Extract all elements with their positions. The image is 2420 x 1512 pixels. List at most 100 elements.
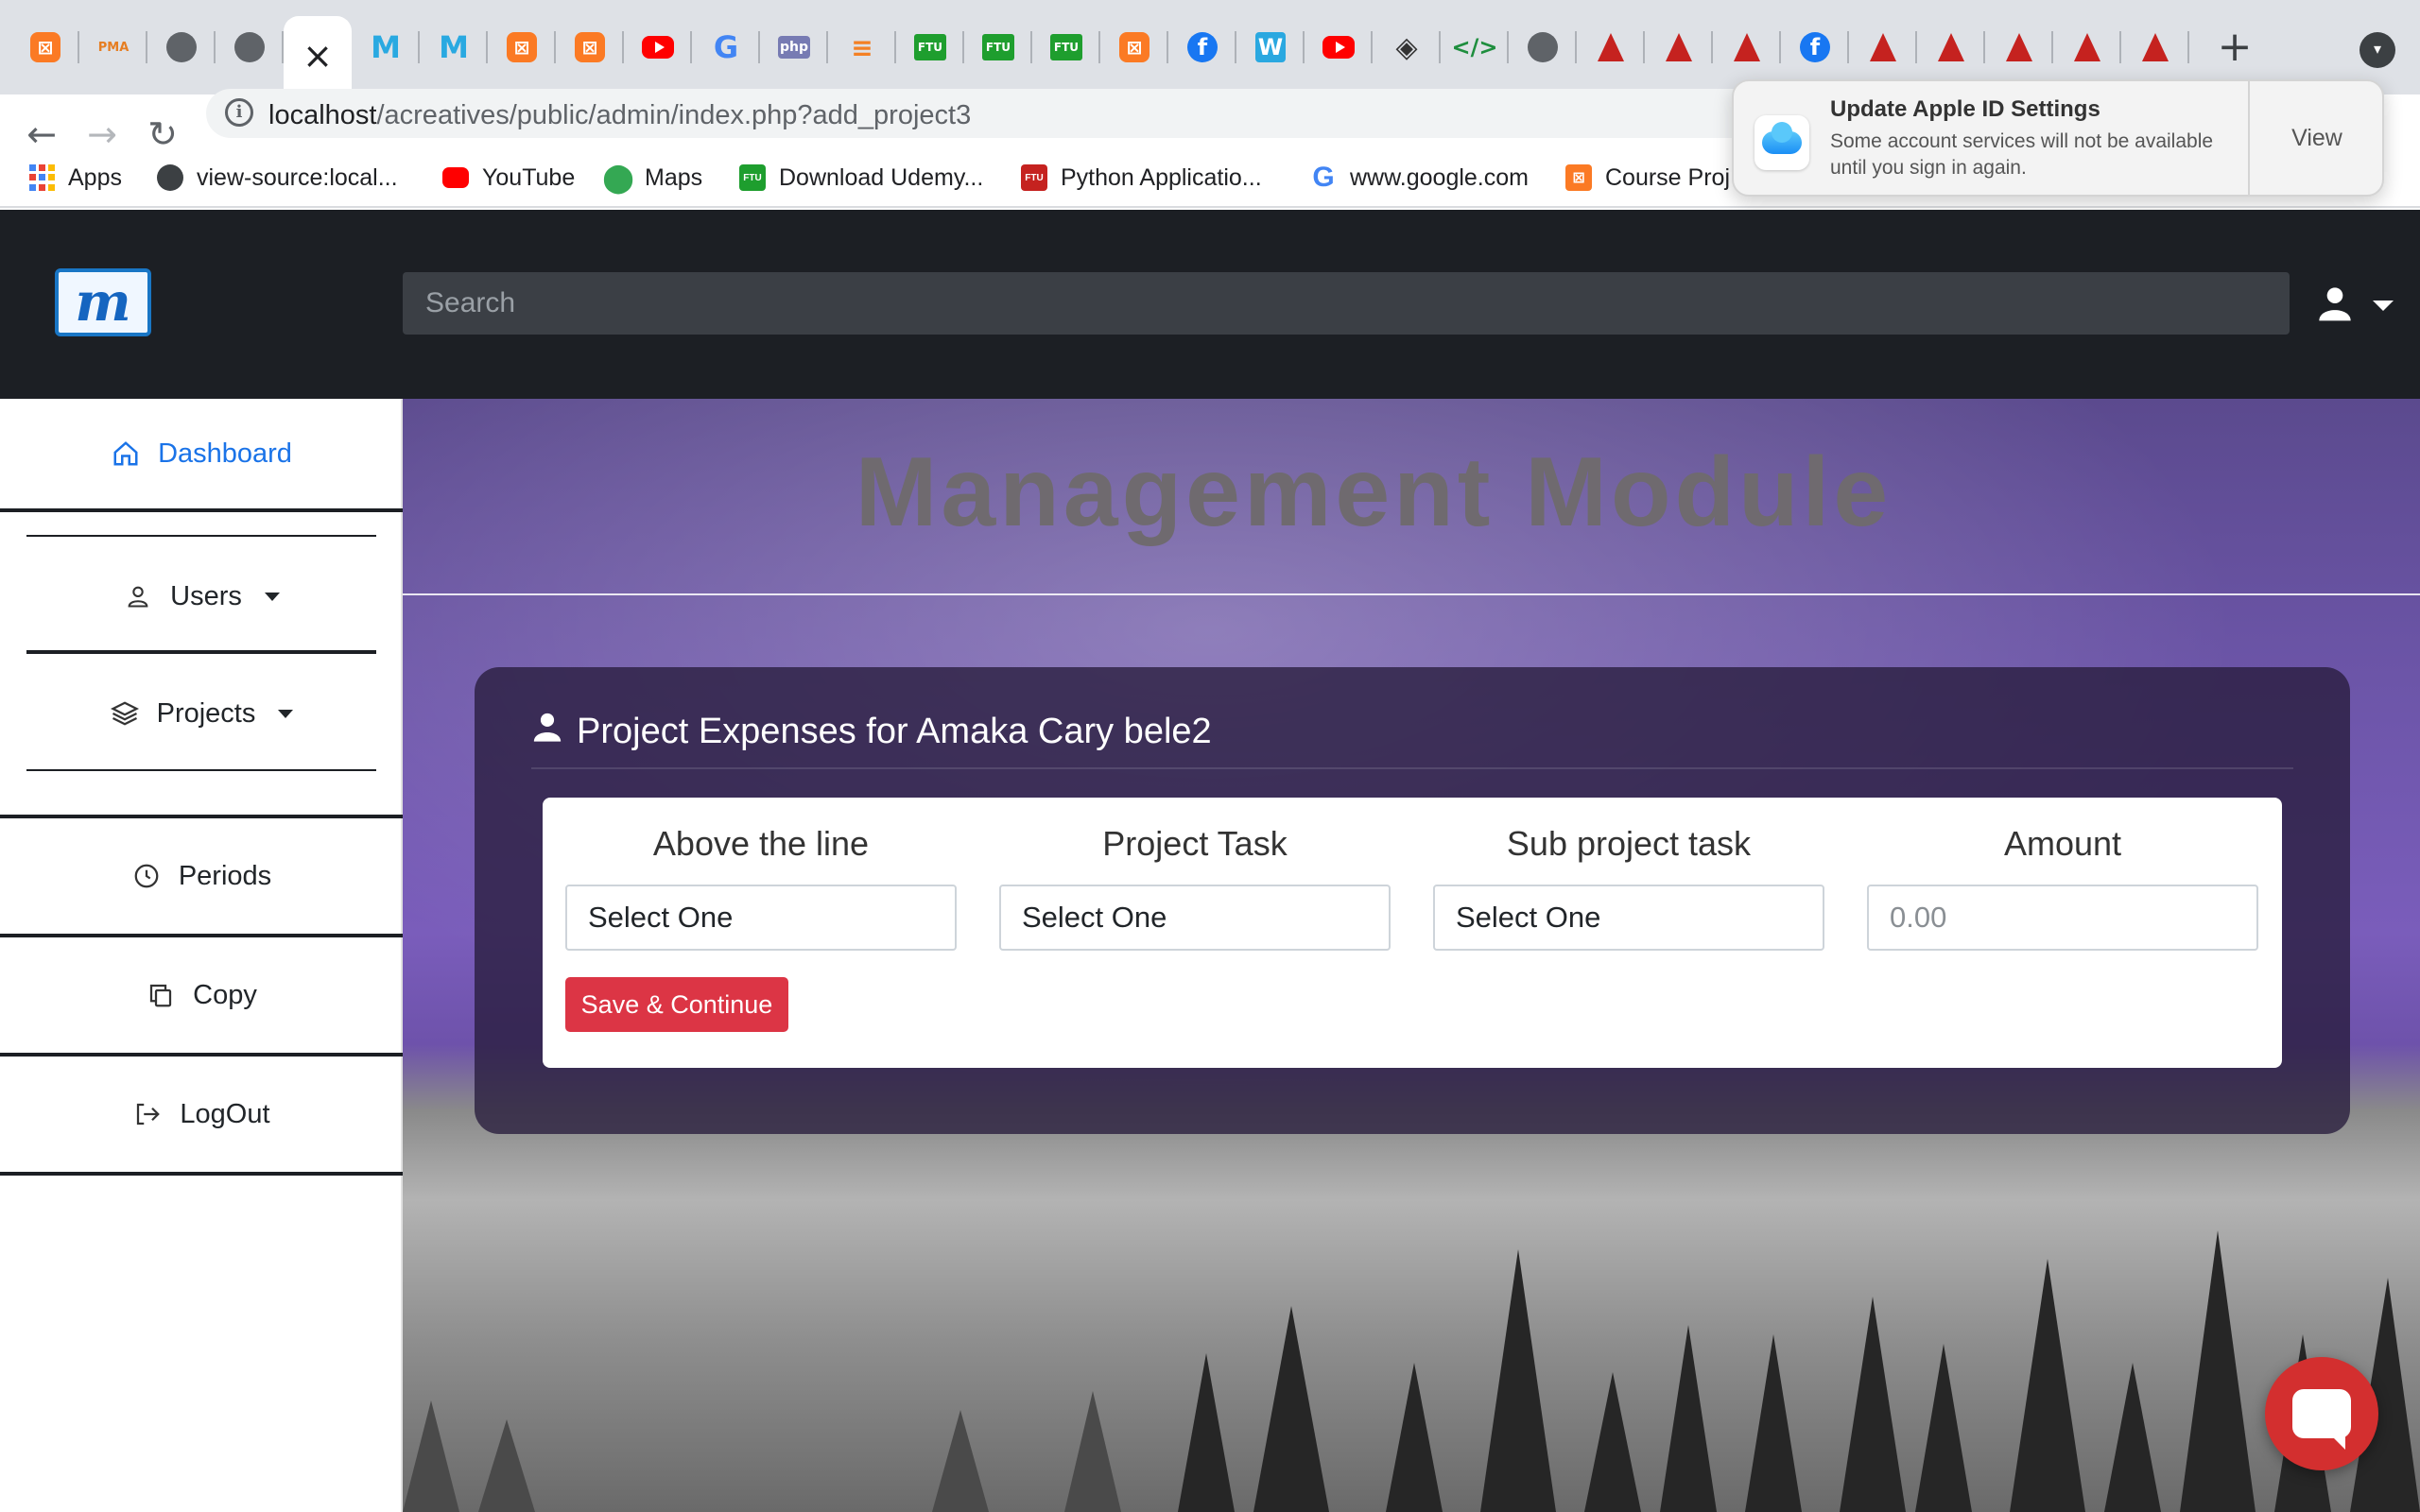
browser-tab[interactable]: ⊠ — [11, 16, 79, 78]
angular-icon — [2074, 33, 2100, 61]
bookmark-label: Download Udemy... — [779, 163, 984, 191]
save-continue-button[interactable]: Save & Continue — [565, 977, 788, 1032]
browser-tab[interactable]: × — [284, 16, 352, 94]
project-task-label: Project Task — [1102, 824, 1288, 863]
search-input[interactable]: Search — [403, 272, 2290, 335]
sidebar-divider — [0, 1172, 403, 1176]
m-icon: M — [439, 29, 469, 65]
chevron-down-icon — [278, 709, 294, 718]
browser-tab[interactable] — [1509, 16, 1577, 78]
chat-widget-button[interactable] — [2265, 1357, 2378, 1470]
heading-band: Management Module — [403, 399, 2420, 595]
browser-tab[interactable] — [1577, 16, 1645, 78]
browser-tab[interactable] — [147, 16, 216, 78]
browser-tab[interactable] — [1713, 16, 1781, 78]
browser-tab[interactable]: FTU — [896, 16, 964, 78]
project-expenses-card: Project Expenses for Amaka Cary bele2 Ab… — [475, 667, 2350, 1134]
angular-icon — [1666, 33, 1692, 61]
ftu-icon: FTU — [739, 164, 766, 191]
google-icon: G — [1312, 162, 1335, 193]
bookmark-item[interactable]: FTU Python Applicatio... — [1021, 159, 1262, 197]
bookmark-item[interactable]: view-source:local... — [157, 159, 398, 197]
browser-tab[interactable]: f — [1168, 16, 1236, 78]
browser-tab[interactable] — [624, 16, 692, 78]
browser-tab[interactable] — [2121, 16, 2189, 78]
code-icon: </> — [1451, 34, 1498, 60]
brand-logo[interactable]: m — [55, 268, 151, 336]
bookmark-item[interactable]: FTU Download Udemy... — [739, 159, 983, 197]
browser-tab[interactable] — [2053, 16, 2121, 78]
sidebar-item-copy[interactable]: Copy — [0, 937, 403, 1053]
browser-tab[interactable]: FTU — [1032, 16, 1100, 78]
sub-task-group: Sub project task Select One — [1433, 824, 1824, 951]
angular-icon — [2142, 33, 2169, 61]
site-info-icon[interactable]: i — [225, 98, 253, 127]
browser-tab[interactable]: FTU — [964, 16, 1032, 78]
sidebar-divider — [26, 650, 376, 654]
browser-tab[interactable]: ◈ — [1373, 16, 1441, 78]
notification-view-button[interactable]: View — [2250, 81, 2384, 195]
angular-icon — [2006, 33, 2032, 61]
xampp-icon: ⊠ — [1119, 32, 1150, 62]
browser-tab[interactable]: M — [352, 16, 420, 78]
browser-tab[interactable] — [1305, 16, 1373, 78]
copy-icon — [146, 980, 176, 1010]
sidebar-label-dashboard: Dashboard — [158, 438, 292, 469]
forest-background — [403, 1230, 2420, 1512]
maps-pin-icon: ⬤ — [602, 162, 634, 194]
browser-tab[interactable]: ≡ — [828, 16, 896, 78]
browser-tab[interactable]: ⊠ — [1100, 16, 1168, 78]
angular-icon — [1734, 33, 1760, 61]
browser-tab[interactable]: f — [1781, 16, 1849, 78]
youtube-icon — [1322, 36, 1355, 59]
page-title: Management Module — [855, 438, 1893, 547]
sidebar-item-logout[interactable]: LogOut — [0, 1057, 403, 1172]
browser-tab[interactable] — [1645, 16, 1713, 78]
sidebar-item-users[interactable]: Users — [0, 541, 403, 652]
browser-tab[interactable]: php — [760, 16, 828, 78]
amount-input[interactable]: 0.00 — [1867, 885, 2258, 951]
new-tab-button[interactable]: + — [2210, 23, 2259, 72]
browser-tab[interactable] — [1849, 16, 1917, 78]
browser-tab[interactable]: M — [420, 16, 488, 78]
chat-bubble-icon — [2292, 1389, 2351, 1450]
browser-tab[interactable]: W — [1236, 16, 1305, 78]
bookmark-item[interactable]: ⊠ Course Proj — [1565, 159, 1730, 197]
facebook-icon: f — [1800, 32, 1830, 62]
sidebar-item-dashboard[interactable]: Dashboard — [0, 399, 403, 508]
bookmark-item[interactable]: YouTube — [442, 159, 575, 197]
browser-tab[interactable]: ⊠ — [488, 16, 556, 78]
system-notification[interactable]: Update Apple ID Settings Some account se… — [1732, 79, 2384, 197]
bookmark-item[interactable]: Gwww.google.com — [1310, 159, 1529, 197]
globe-icon — [157, 164, 183, 191]
brand-area: m — [0, 210, 403, 399]
browser-tab[interactable] — [216, 16, 284, 78]
clock-icon — [131, 861, 162, 891]
diamond-icon: ◈ — [1395, 30, 1418, 64]
notification-title: Update Apple ID Settings — [1830, 96, 2100, 122]
browser-tab[interactable] — [1917, 16, 1985, 78]
sidebar-label-users: Users — [170, 580, 242, 611]
browser-tab[interactable]: PMA — [79, 16, 147, 78]
user-menu[interactable] — [2316, 284, 2394, 328]
tab-search-button[interactable]: ▾ — [2360, 32, 2395, 68]
close-icon[interactable]: × — [302, 38, 333, 74]
sidebar-item-projects[interactable]: Projects — [0, 656, 403, 771]
url-text[interactable]: localhost/acreatives/public/admin/index.… — [268, 100, 971, 131]
browser-tab[interactable] — [1985, 16, 2053, 78]
xampp-icon: ⊠ — [575, 32, 605, 62]
browser-tab[interactable]: G — [692, 16, 760, 78]
globe-icon — [166, 32, 197, 62]
bookmark-item[interactable]: ⬤ Maps — [602, 159, 702, 197]
project-task-select[interactable]: Select One — [999, 885, 1391, 951]
sub-task-select[interactable]: Select One — [1433, 885, 1824, 951]
sidebar-item-periods[interactable]: Periods — [0, 818, 403, 934]
top-navbar: Search — [403, 210, 2420, 399]
above-line-select[interactable]: Select One — [565, 885, 957, 951]
browser-tab[interactable]: </> — [1441, 16, 1509, 78]
browser-tab[interactable]: ⊠ — [556, 16, 624, 78]
card-header: Project Expenses for Amaka Cary bele2 — [531, 709, 1212, 754]
sidebar-divider — [26, 535, 376, 537]
bookmark-item[interactable]: Apps — [28, 159, 122, 197]
google-icon: G — [713, 29, 739, 65]
